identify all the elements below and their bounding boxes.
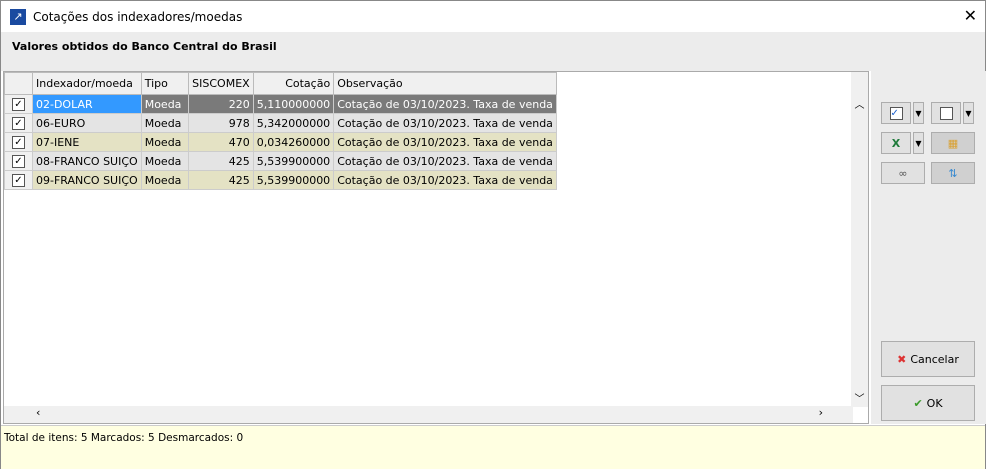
row-checkbox[interactable]: ✓ — [4, 170, 33, 190]
table-row[interactable]: ✓ 06-EURO Moeda 978 5,342000000 Cotação … — [4, 113, 557, 133]
sort-button[interactable]: ⇅ — [931, 162, 975, 184]
cell-indexador[interactable]: 07-IENE — [32, 132, 142, 152]
table-row[interactable]: ✓ 07-IENE Moeda 470 0,034260000 Cotação … — [4, 132, 557, 152]
excel-icon: X — [891, 136, 901, 150]
cell-cotacao[interactable]: 5,539900000 — [252, 170, 335, 190]
cell-observacao[interactable]: Cotação de 03/10/2023. Taxa de venda — [333, 94, 557, 114]
column-header-cotacao[interactable]: Cotação — [252, 72, 335, 95]
grid-layout-button[interactable]: ▦ — [931, 132, 975, 154]
cell-indexador[interactable]: 02-DOLAR — [32, 94, 142, 114]
ok-button[interactable]: ✔ OK — [881, 385, 975, 421]
search-button[interactable]: ∞ — [881, 162, 925, 184]
cell-siscomex[interactable]: 470 — [187, 132, 254, 152]
uncheck-dropdown-button[interactable]: ▼ — [963, 102, 974, 124]
cancel-icon: ✖ — [897, 352, 907, 366]
cell-siscomex[interactable]: 978 — [187, 113, 254, 133]
window-title: Cotações dos indexadores/moedas — [33, 9, 243, 24]
table-row[interactable]: ✓ 08-FRANCO SUIÇO Moeda 425 5,539900000 … — [4, 151, 557, 171]
cancel-label: Cancelar — [910, 352, 959, 366]
cancel-button[interactable]: ✖ Cancelar — [881, 341, 975, 377]
cell-siscomex[interactable]: 425 — [187, 170, 254, 190]
column-header-indexador[interactable]: Indexador/moeda — [32, 72, 142, 95]
cell-siscomex[interactable]: 425 — [187, 151, 254, 171]
horizontal-scrollbar[interactable]: ‹ › — [4, 406, 853, 423]
cell-observacao[interactable]: Cotação de 03/10/2023. Taxa de venda — [333, 151, 557, 171]
check-column-header[interactable] — [4, 72, 33, 95]
quotes-grid: Indexador/moeda Tipo SISCOMEX Cotação Ob… — [3, 71, 869, 424]
excel-export-button[interactable]: X — [881, 132, 911, 154]
ok-label: OK — [926, 396, 943, 410]
app-icon: ↗ — [10, 8, 26, 25]
cell-tipo[interactable]: Moeda — [140, 94, 189, 114]
row-checkbox[interactable]: ✓ — [4, 151, 33, 171]
cell-tipo[interactable]: Moeda — [140, 151, 189, 171]
sort-icon: ⇅ — [948, 166, 958, 180]
column-header-tipo[interactable]: Tipo — [140, 72, 189, 95]
cell-tipo[interactable]: Moeda — [140, 132, 189, 152]
header-label: Valores obtidos do Banco Central do Bras… — [1, 32, 985, 71]
checkbox-empty-icon — [939, 106, 953, 120]
cell-tipo[interactable]: Moeda — [140, 113, 189, 133]
row-checkbox[interactable]: ✓ — [4, 113, 33, 133]
table-row[interactable]: ✓ 09-FRANCO SUIÇO Moeda 425 5,539900000 … — [4, 170, 557, 190]
check-icon: ✔ — [913, 396, 923, 410]
cell-siscomex[interactable]: 220 — [187, 94, 254, 114]
table-row[interactable]: ✓ 02-DOLAR Moeda 220 5,110000000 Cotação… — [4, 94, 557, 114]
row-checkbox[interactable]: ✓ — [4, 94, 33, 114]
side-panel: ✓ ▼ ▼ X ▼ ▦ ∞ ⇅ ✖ Cancelar ✔ OK — [871, 71, 986, 424]
column-header-siscomex[interactable]: SISCOMEX — [187, 72, 254, 95]
cell-indexador[interactable]: 06-EURO — [32, 113, 142, 133]
title-bar: ↗ Cotações dos indexadores/moedas ✕ — [1, 1, 985, 32]
table-icon: ▦ — [947, 136, 959, 150]
cell-observacao[interactable]: Cotação de 03/10/2023. Taxa de venda — [333, 132, 557, 152]
cell-cotacao[interactable]: 5,539900000 — [252, 151, 335, 171]
column-header-observacao[interactable]: Observação — [333, 72, 557, 95]
status-bar: Total de itens: 5 Marcados: 5 Desmarcado… — [1, 425, 985, 469]
check-all-button[interactable]: ✓ — [881, 102, 911, 124]
row-checkbox[interactable]: ✓ — [4, 132, 33, 152]
close-icon[interactable]: ✕ — [964, 6, 977, 25]
cell-tipo[interactable]: Moeda — [140, 170, 189, 190]
binoculars-icon: ∞ — [898, 166, 908, 180]
vertical-scrollbar[interactable]: ︿ ﹀ — [851, 72, 868, 407]
excel-dropdown-button[interactable]: ▼ — [913, 132, 924, 154]
cell-observacao[interactable]: Cotação de 03/10/2023. Taxa de venda — [333, 170, 557, 190]
cell-cotacao[interactable]: 0,034260000 — [252, 132, 335, 152]
check-dropdown-button[interactable]: ▼ — [913, 102, 924, 124]
uncheck-all-button[interactable] — [931, 102, 961, 124]
cell-cotacao[interactable]: 5,110000000 — [252, 94, 335, 114]
cell-observacao[interactable]: Cotação de 03/10/2023. Taxa de venda — [333, 113, 557, 133]
checkbox-checked-icon: ✓ — [889, 106, 903, 120]
cell-indexador[interactable]: 09-FRANCO SUIÇO — [32, 170, 142, 190]
cell-indexador[interactable]: 08-FRANCO SUIÇO — [32, 151, 142, 171]
cell-cotacao[interactable]: 5,342000000 — [252, 113, 335, 133]
